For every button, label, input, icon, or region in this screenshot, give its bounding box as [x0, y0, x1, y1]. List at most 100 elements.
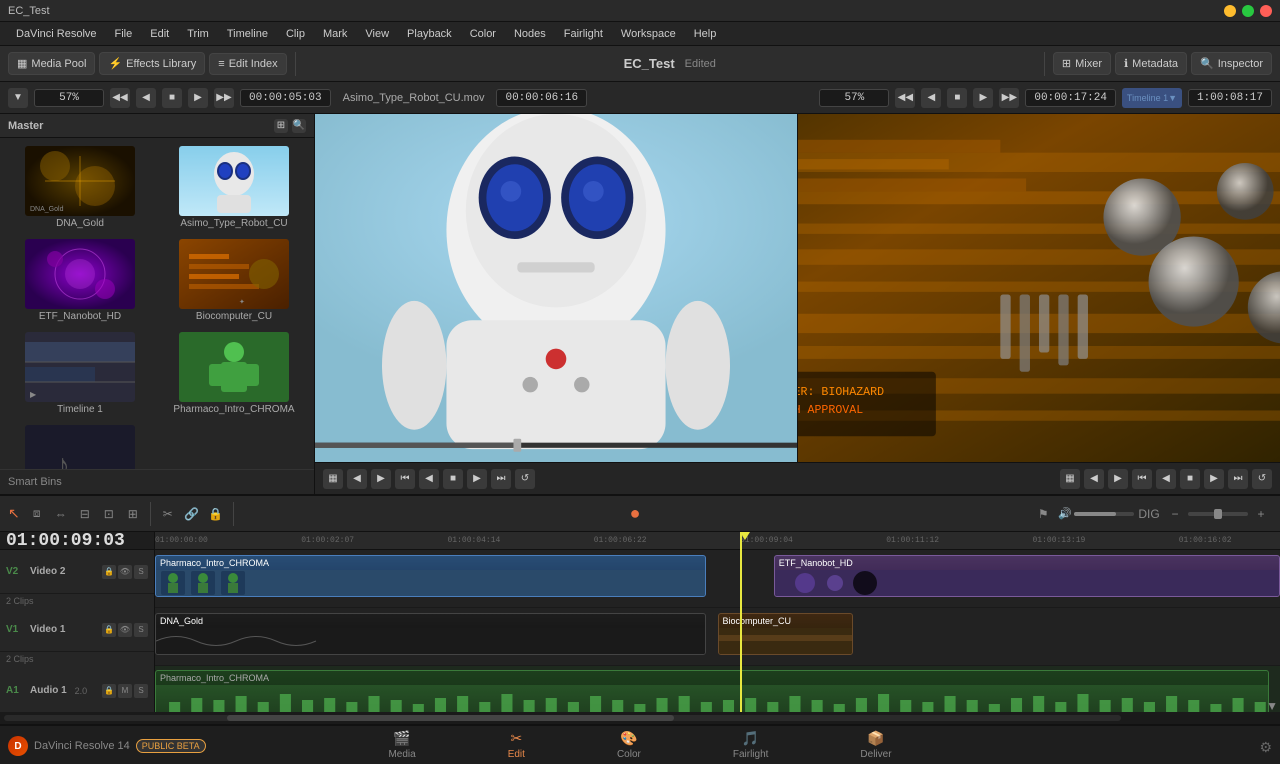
media-item-biocomputer[interactable]: ✦ Biocomputer_CU: [158, 235, 310, 326]
blade-btn[interactable]: ✂: [157, 503, 179, 525]
toolbar-media-pool-button[interactable]: ▦ Media Pool: [8, 52, 95, 75]
trim-tool-btn[interactable]: ⇔: [50, 503, 72, 525]
source-transport-prev[interactable]: ◀◀: [110, 88, 130, 108]
menu-mark[interactable]: Mark: [315, 26, 355, 42]
track-v1-mute[interactable]: S: [134, 623, 148, 637]
zoom-in-btn[interactable]: +: [1250, 503, 1272, 525]
clip-duration[interactable]: 00:00:06:16: [496, 89, 587, 107]
source-transport-stop[interactable]: ■: [162, 88, 182, 108]
tab-media[interactable]: 🎬 Media: [372, 726, 431, 764]
clip-dna-v1[interactable]: DNA_Gold: [155, 613, 706, 655]
src-loop[interactable]: ↺: [515, 469, 535, 489]
media-item-asimo-robot[interactable]: Asimo_Type_Robot_CU: [158, 142, 310, 233]
track-v2-lock[interactable]: 🔒: [102, 565, 116, 579]
media-item-timeline1[interactable]: ▶ Timeline 1: [4, 328, 156, 419]
pgm-next-frame[interactable]: ▶: [1108, 469, 1128, 489]
source-transport-step-back[interactable]: ◀: [136, 88, 156, 108]
src-go-end[interactable]: ⏭: [491, 469, 511, 489]
tab-edit[interactable]: ✂ Edit: [492, 726, 541, 764]
toolbar-effects-library-button[interactable]: ⚡ Effects Library: [99, 52, 205, 75]
source-transport-play[interactable]: ▶: [188, 88, 208, 108]
clip-etf-v2[interactable]: ETF_Nanobot_HD: [774, 555, 1280, 597]
tl-transport-step-back[interactable]: ◀: [921, 88, 941, 108]
audio-mode-btn[interactable]: DIG: [1138, 503, 1160, 525]
menu-help[interactable]: Help: [686, 26, 725, 42]
zoom-level-timeline[interactable]: 57%: [819, 89, 889, 107]
tab-fairlight[interactable]: 🎵 Fairlight: [717, 726, 785, 764]
toolbar-edit-index-button[interactable]: ≡ Edit Index: [209, 53, 286, 75]
tl-transport-play[interactable]: ▶: [973, 88, 993, 108]
track-v2-mute[interactable]: S: [134, 565, 148, 579]
settings-icon[interactable]: ⚙: [1259, 739, 1272, 756]
source-menu-btn[interactable]: ▼: [8, 88, 28, 108]
pgm-play[interactable]: ▶: [1204, 469, 1224, 489]
menu-timeline[interactable]: Timeline: [219, 26, 276, 42]
tab-color[interactable]: 🎨 Color: [601, 726, 657, 764]
pgm-prev-frame[interactable]: ◀: [1084, 469, 1104, 489]
menu-workspace[interactable]: Workspace: [613, 26, 684, 42]
snap-btn[interactable]: 🔒: [205, 503, 227, 525]
tl-transport-prev[interactable]: ◀◀: [895, 88, 915, 108]
zoom-out-btn[interactable]: −: [1164, 503, 1186, 525]
track-v1-eye[interactable]: 👁: [118, 623, 132, 637]
src-go-start[interactable]: ⏮: [395, 469, 415, 489]
minimize-button[interactable]: [1224, 5, 1236, 17]
clip-audio-pharmaco[interactable]: Pharmaco_Intro_CHROMA: [155, 670, 1269, 712]
pgm-step-back[interactable]: ◀: [1156, 469, 1176, 489]
source-transport-next[interactable]: ▶▶: [214, 88, 234, 108]
pgm-format-btn[interactable]: ▦: [1060, 469, 1080, 489]
src-format-btn[interactable]: ▦: [323, 469, 343, 489]
select-tool-btn[interactable]: ⧈: [26, 503, 48, 525]
slide-tool-btn[interactable]: ⊡: [98, 503, 120, 525]
track-a1-mute[interactable]: S: [134, 684, 148, 698]
menu-file[interactable]: File: [107, 26, 141, 42]
pgm-stop[interactable]: ■: [1180, 469, 1200, 489]
pgm-go-start[interactable]: ⏮: [1132, 469, 1152, 489]
toolbar-mixer-button[interactable]: ⊞ Mixer: [1053, 52, 1111, 75]
menu-edit[interactable]: Edit: [142, 26, 177, 42]
toolbar-inspector-button[interactable]: 🔍 Inspector: [1191, 52, 1272, 75]
menu-clip[interactable]: Clip: [278, 26, 313, 42]
zoom-slider[interactable]: [1188, 512, 1248, 516]
media-item-dna-gold[interactable]: DNA_Gold DNA_Gold: [4, 142, 156, 233]
tl-transport-stop[interactable]: ■: [947, 88, 967, 108]
media-item-pharmaco[interactable]: Pharmaco_Intro_CHROMA: [158, 328, 310, 419]
ripple-tool-btn[interactable]: ⊞: [122, 503, 144, 525]
close-button[interactable]: [1260, 5, 1272, 17]
pgm-go-end[interactable]: ⏭: [1228, 469, 1248, 489]
timeline-timecode[interactable]: 00:00:17:24: [1025, 89, 1116, 107]
media-item-etf-nanobot[interactable]: ETF_Nanobot_HD: [4, 235, 156, 326]
src-step-back[interactable]: ◀: [419, 469, 439, 489]
source-timecode[interactable]: 00:00:05:03: [240, 89, 331, 107]
src-prev-frame[interactable]: ◀: [347, 469, 367, 489]
left-panel-grid-btn[interactable]: ⊞: [274, 119, 288, 133]
src-play[interactable]: ▶: [467, 469, 487, 489]
menu-trim[interactable]: Trim: [179, 26, 217, 42]
media-item-lcd-panel[interactable]: ♪ LCD_Panel_Intro: [4, 421, 156, 469]
src-next-frame[interactable]: ▶: [371, 469, 391, 489]
tl-transport-next[interactable]: ▶▶: [999, 88, 1019, 108]
pgm-loop[interactable]: ↺: [1252, 469, 1272, 489]
tab-deliver[interactable]: 📦 Deliver: [844, 726, 907, 764]
menu-view[interactable]: View: [357, 26, 397, 42]
menu-nodes[interactable]: Nodes: [506, 26, 554, 42]
menu-playback[interactable]: Playback: [399, 26, 460, 42]
scrollbar-handle[interactable]: [227, 715, 674, 721]
track-v2-eye[interactable]: 👁: [118, 565, 132, 579]
menu-fairlight[interactable]: Fairlight: [556, 26, 611, 42]
track-v1-lock[interactable]: 🔒: [102, 623, 116, 637]
left-panel-search-btn[interactable]: 🔍: [292, 119, 306, 133]
smart-bins[interactable]: Smart Bins: [0, 469, 314, 494]
flag-btn[interactable]: ⚑: [1032, 503, 1054, 525]
maximize-button[interactable]: [1242, 5, 1254, 17]
toolbar-metadata-button[interactable]: ℹ Metadata: [1115, 52, 1187, 75]
clip-bio-v1[interactable]: Biocomputer_CU: [718, 613, 853, 655]
blade-tool-btn[interactable]: ⊟: [74, 503, 96, 525]
timeline-selector[interactable]: Timeline 1▼: [1122, 88, 1182, 108]
timeline-scrollbar[interactable]: [0, 712, 1280, 724]
track-a1-lock[interactable]: 🔒: [102, 684, 116, 698]
out-timecode[interactable]: 1:00:08:17: [1188, 89, 1272, 107]
menu-davinci-resolve[interactable]: DaVinci Resolve: [8, 26, 105, 42]
volume-slider[interactable]: [1074, 512, 1134, 516]
menu-color[interactable]: Color: [462, 26, 504, 42]
